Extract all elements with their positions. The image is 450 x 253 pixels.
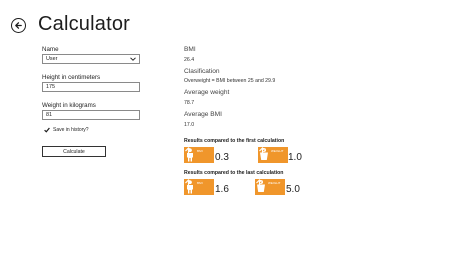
calculate-button[interactable]: Calculate [42, 146, 106, 157]
classification-label: Clasification [184, 68, 220, 75]
checkmark-icon [44, 127, 50, 133]
height-label: Height in centimeters [42, 74, 101, 81]
name-select[interactable]: User [42, 54, 140, 64]
back-button[interactable] [11, 18, 26, 33]
arrow-up-icon [185, 179, 192, 187]
first-bmi-value: 0.3 [215, 152, 229, 163]
first-weight-tile-text: WEIGHT [271, 149, 284, 153]
last-bmi-tile-text: BMI [197, 181, 203, 185]
last-weight-tile-text: WEIGHT [268, 181, 281, 185]
last-comparison-heading: Results compared to the last calculation [184, 170, 284, 176]
chevron-down-icon [130, 57, 136, 61]
first-bmi-tile: BMI [184, 147, 214, 163]
first-weight-tile: WEIGHT [258, 147, 288, 163]
name-select-value: User [46, 56, 58, 62]
avg-weight-value: 78.7 [184, 100, 195, 106]
name-label: Name [42, 46, 59, 53]
back-arrow-icon [15, 22, 22, 29]
avg-bmi-value: 17.0 [184, 122, 195, 128]
arrow-up-icon [259, 147, 266, 155]
weight-input-value: 81 [46, 112, 52, 118]
avg-bmi-label: Average BMI [184, 111, 222, 118]
weight-input[interactable]: 81 [42, 110, 140, 120]
first-weight-value: 1.0 [288, 152, 302, 163]
height-input[interactable]: 175 [42, 82, 140, 92]
last-weight-value: 5.0 [286, 184, 300, 195]
avg-weight-label: Average weight [184, 89, 230, 96]
bmi-label: BMI [184, 46, 196, 53]
arrow-up-icon [256, 179, 263, 187]
first-bmi-tile-text: BMI [197, 149, 203, 153]
page-title: Calculator [38, 13, 131, 35]
bmi-value: 26.4 [184, 57, 195, 63]
save-history-checkbox[interactable]: Save in history? [44, 127, 89, 133]
arrow-up-icon [185, 147, 192, 155]
last-bmi-tile: BMI [184, 179, 214, 195]
last-bmi-value: 1.6 [215, 184, 229, 195]
first-comparison-heading: Results compared to the first calculatio… [184, 138, 285, 144]
height-input-value: 175 [46, 84, 55, 90]
weight-label: Weight in kilograms [42, 102, 96, 109]
save-history-label: Save in history? [53, 127, 89, 133]
last-weight-tile: WEIGHT [255, 179, 285, 195]
classification-value: Overweight = BMI between 25 and 29.9 [184, 78, 276, 84]
